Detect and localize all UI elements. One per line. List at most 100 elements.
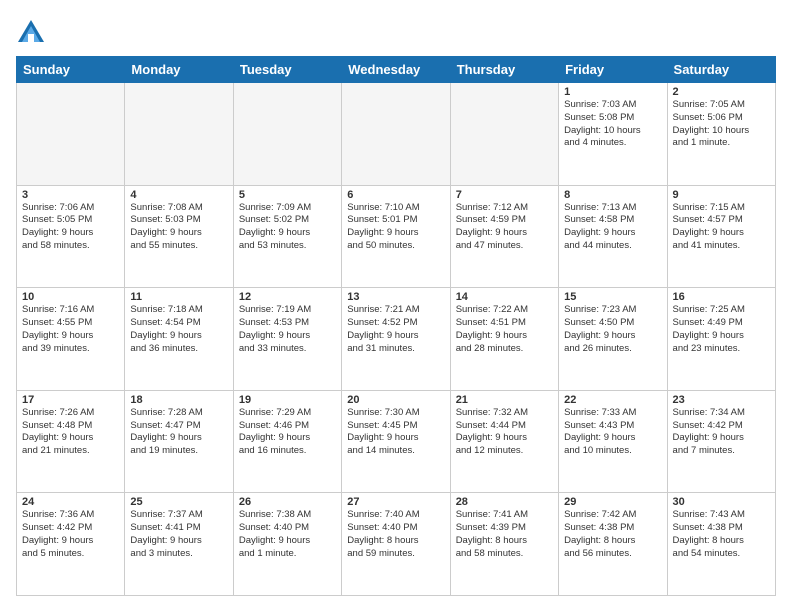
day-number: 30 <box>673 496 770 508</box>
calendar-cell: 29Sunrise: 7:42 AM Sunset: 4:38 PM Dayli… <box>559 493 667 596</box>
calendar-cell: 25Sunrise: 7:37 AM Sunset: 4:41 PM Dayli… <box>125 493 233 596</box>
day-info: Sunrise: 7:09 AM Sunset: 5:02 PM Dayligh… <box>239 202 336 253</box>
calendar-cell: 5Sunrise: 7:09 AM Sunset: 5:02 PM Daylig… <box>233 185 341 288</box>
day-info: Sunrise: 7:34 AM Sunset: 4:42 PM Dayligh… <box>673 407 770 458</box>
day-number: 17 <box>22 394 119 406</box>
day-number: 9 <box>673 189 770 201</box>
day-info: Sunrise: 7:22 AM Sunset: 4:51 PM Dayligh… <box>456 304 553 355</box>
weekday-header-monday: Monday <box>125 57 233 83</box>
calendar-cell: 6Sunrise: 7:10 AM Sunset: 5:01 PM Daylig… <box>342 185 450 288</box>
header <box>16 16 776 46</box>
week-row-2: 3Sunrise: 7:06 AM Sunset: 5:05 PM Daylig… <box>17 185 776 288</box>
weekday-header-saturday: Saturday <box>667 57 775 83</box>
calendar-cell: 8Sunrise: 7:13 AM Sunset: 4:58 PM Daylig… <box>559 185 667 288</box>
day-number: 12 <box>239 291 336 303</box>
calendar-cell: 20Sunrise: 7:30 AM Sunset: 4:45 PM Dayli… <box>342 390 450 493</box>
day-number: 3 <box>22 189 119 201</box>
day-number: 28 <box>456 496 553 508</box>
week-row-3: 10Sunrise: 7:16 AM Sunset: 4:55 PM Dayli… <box>17 288 776 391</box>
calendar-cell <box>450 83 558 186</box>
day-number: 16 <box>673 291 770 303</box>
day-info: Sunrise: 7:16 AM Sunset: 4:55 PM Dayligh… <box>22 304 119 355</box>
day-number: 7 <box>456 189 553 201</box>
day-info: Sunrise: 7:42 AM Sunset: 4:38 PM Dayligh… <box>564 509 661 560</box>
calendar-cell: 1Sunrise: 7:03 AM Sunset: 5:08 PM Daylig… <box>559 83 667 186</box>
calendar-cell <box>342 83 450 186</box>
day-info: Sunrise: 7:37 AM Sunset: 4:41 PM Dayligh… <box>130 509 227 560</box>
calendar-cell <box>125 83 233 186</box>
day-info: Sunrise: 7:19 AM Sunset: 4:53 PM Dayligh… <box>239 304 336 355</box>
calendar-cell: 9Sunrise: 7:15 AM Sunset: 4:57 PM Daylig… <box>667 185 775 288</box>
weekday-header-row: SundayMondayTuesdayWednesdayThursdayFrid… <box>17 57 776 83</box>
calendar-cell: 17Sunrise: 7:26 AM Sunset: 4:48 PM Dayli… <box>17 390 125 493</box>
day-number: 27 <box>347 496 444 508</box>
day-info: Sunrise: 7:40 AM Sunset: 4:40 PM Dayligh… <box>347 509 444 560</box>
day-number: 2 <box>673 86 770 98</box>
day-number: 4 <box>130 189 227 201</box>
week-row-4: 17Sunrise: 7:26 AM Sunset: 4:48 PM Dayli… <box>17 390 776 493</box>
week-row-5: 24Sunrise: 7:36 AM Sunset: 4:42 PM Dayli… <box>17 493 776 596</box>
calendar-cell: 18Sunrise: 7:28 AM Sunset: 4:47 PM Dayli… <box>125 390 233 493</box>
day-number: 23 <box>673 394 770 406</box>
day-number: 6 <box>347 189 444 201</box>
calendar-cell: 28Sunrise: 7:41 AM Sunset: 4:39 PM Dayli… <box>450 493 558 596</box>
calendar-cell: 16Sunrise: 7:25 AM Sunset: 4:49 PM Dayli… <box>667 288 775 391</box>
calendar: SundayMondayTuesdayWednesdayThursdayFrid… <box>16 56 776 596</box>
day-info: Sunrise: 7:15 AM Sunset: 4:57 PM Dayligh… <box>673 202 770 253</box>
day-number: 18 <box>130 394 227 406</box>
day-info: Sunrise: 7:08 AM Sunset: 5:03 PM Dayligh… <box>130 202 227 253</box>
calendar-cell: 22Sunrise: 7:33 AM Sunset: 4:43 PM Dayli… <box>559 390 667 493</box>
day-number: 10 <box>22 291 119 303</box>
day-info: Sunrise: 7:12 AM Sunset: 4:59 PM Dayligh… <box>456 202 553 253</box>
calendar-cell: 24Sunrise: 7:36 AM Sunset: 4:42 PM Dayli… <box>17 493 125 596</box>
calendar-cell: 19Sunrise: 7:29 AM Sunset: 4:46 PM Dayli… <box>233 390 341 493</box>
day-info: Sunrise: 7:30 AM Sunset: 4:45 PM Dayligh… <box>347 407 444 458</box>
calendar-cell: 13Sunrise: 7:21 AM Sunset: 4:52 PM Dayli… <box>342 288 450 391</box>
day-info: Sunrise: 7:33 AM Sunset: 4:43 PM Dayligh… <box>564 407 661 458</box>
day-number: 1 <box>564 86 661 98</box>
calendar-cell: 27Sunrise: 7:40 AM Sunset: 4:40 PM Dayli… <box>342 493 450 596</box>
day-info: Sunrise: 7:36 AM Sunset: 4:42 PM Dayligh… <box>22 509 119 560</box>
day-number: 5 <box>239 189 336 201</box>
day-info: Sunrise: 7:13 AM Sunset: 4:58 PM Dayligh… <box>564 202 661 253</box>
day-info: Sunrise: 7:41 AM Sunset: 4:39 PM Dayligh… <box>456 509 553 560</box>
day-number: 29 <box>564 496 661 508</box>
calendar-cell: 11Sunrise: 7:18 AM Sunset: 4:54 PM Dayli… <box>125 288 233 391</box>
weekday-header-wednesday: Wednesday <box>342 57 450 83</box>
calendar-cell <box>17 83 125 186</box>
day-number: 22 <box>564 394 661 406</box>
day-info: Sunrise: 7:18 AM Sunset: 4:54 PM Dayligh… <box>130 304 227 355</box>
day-number: 13 <box>347 291 444 303</box>
day-info: Sunrise: 7:21 AM Sunset: 4:52 PM Dayligh… <box>347 304 444 355</box>
day-info: Sunrise: 7:10 AM Sunset: 5:01 PM Dayligh… <box>347 202 444 253</box>
day-info: Sunrise: 7:26 AM Sunset: 4:48 PM Dayligh… <box>22 407 119 458</box>
calendar-cell: 7Sunrise: 7:12 AM Sunset: 4:59 PM Daylig… <box>450 185 558 288</box>
calendar-cell: 30Sunrise: 7:43 AM Sunset: 4:38 PM Dayli… <box>667 493 775 596</box>
weekday-header-tuesday: Tuesday <box>233 57 341 83</box>
day-number: 8 <box>564 189 661 201</box>
logo <box>16 16 50 46</box>
day-number: 24 <box>22 496 119 508</box>
day-info: Sunrise: 7:05 AM Sunset: 5:06 PM Dayligh… <box>673 99 770 150</box>
day-info: Sunrise: 7:06 AM Sunset: 5:05 PM Dayligh… <box>22 202 119 253</box>
day-info: Sunrise: 7:25 AM Sunset: 4:49 PM Dayligh… <box>673 304 770 355</box>
weekday-header-sunday: Sunday <box>17 57 125 83</box>
weekday-header-thursday: Thursday <box>450 57 558 83</box>
day-number: 20 <box>347 394 444 406</box>
day-info: Sunrise: 7:43 AM Sunset: 4:38 PM Dayligh… <box>673 509 770 560</box>
day-number: 21 <box>456 394 553 406</box>
day-number: 26 <box>239 496 336 508</box>
calendar-cell <box>233 83 341 186</box>
calendar-cell: 10Sunrise: 7:16 AM Sunset: 4:55 PM Dayli… <box>17 288 125 391</box>
logo-icon <box>16 16 46 46</box>
day-info: Sunrise: 7:28 AM Sunset: 4:47 PM Dayligh… <box>130 407 227 458</box>
calendar-cell: 15Sunrise: 7:23 AM Sunset: 4:50 PM Dayli… <box>559 288 667 391</box>
weekday-header-friday: Friday <box>559 57 667 83</box>
calendar-cell: 23Sunrise: 7:34 AM Sunset: 4:42 PM Dayli… <box>667 390 775 493</box>
day-number: 25 <box>130 496 227 508</box>
week-row-1: 1Sunrise: 7:03 AM Sunset: 5:08 PM Daylig… <box>17 83 776 186</box>
day-info: Sunrise: 7:03 AM Sunset: 5:08 PM Dayligh… <box>564 99 661 150</box>
day-info: Sunrise: 7:38 AM Sunset: 4:40 PM Dayligh… <box>239 509 336 560</box>
day-info: Sunrise: 7:32 AM Sunset: 4:44 PM Dayligh… <box>456 407 553 458</box>
calendar-cell: 4Sunrise: 7:08 AM Sunset: 5:03 PM Daylig… <box>125 185 233 288</box>
